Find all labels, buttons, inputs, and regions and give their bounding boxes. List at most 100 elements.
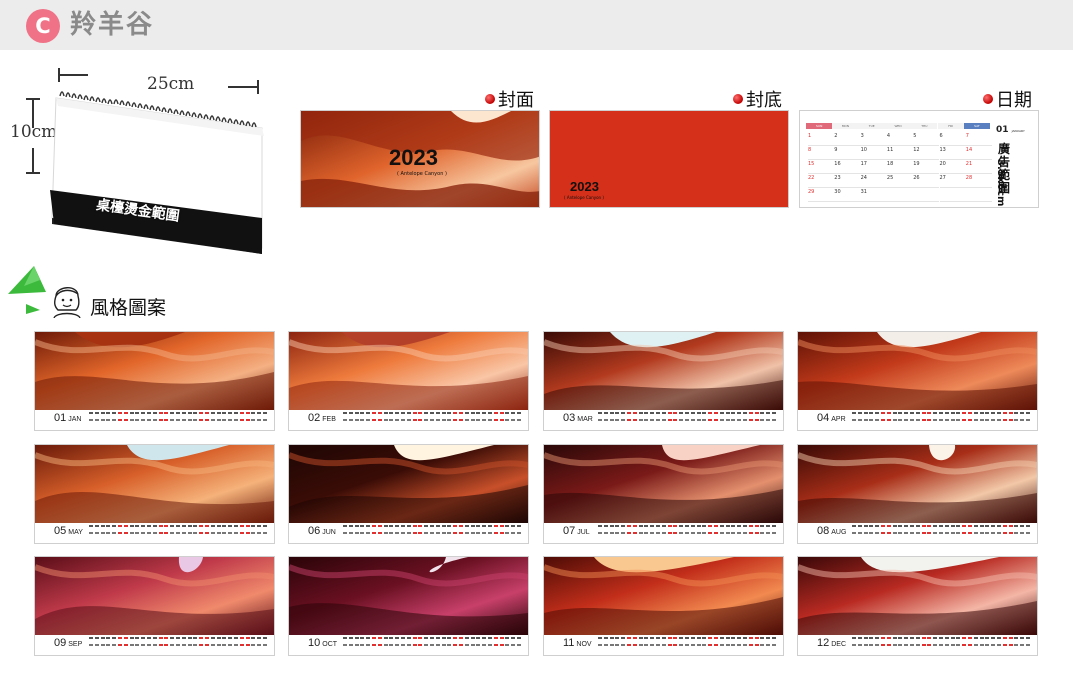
month-photo — [544, 445, 783, 523]
month-photo — [35, 557, 274, 635]
month-label: 08 AUG — [817, 525, 846, 537]
weekday-header: SUN — [806, 123, 833, 129]
month-photo — [798, 332, 1037, 410]
back-year: 2023 — [570, 179, 599, 194]
month-name: APR — [831, 416, 846, 423]
date-cell: 21 — [965, 161, 993, 174]
date-cell: 22 — [808, 175, 835, 188]
month-day-row — [343, 412, 523, 428]
date-cell: 23 — [834, 175, 861, 188]
month-label: 03 MAR — [563, 412, 593, 424]
month-day-row — [89, 525, 269, 541]
date-cell: 11 — [886, 147, 914, 160]
month-photo — [289, 557, 528, 635]
month-photo — [35, 445, 274, 523]
month-card[interactable]: 03 MAR — [543, 331, 784, 431]
month-label: 05 MAY — [54, 525, 83, 537]
date-cell: 10 — [860, 147, 887, 160]
back-label: 封底 — [733, 86, 782, 112]
month-card[interactable]: 09 SEP — [34, 556, 275, 656]
weekday-header: WED — [884, 123, 912, 129]
date-cell: 30 — [834, 189, 861, 202]
back-subtitle: ( Antelope Canyon ) — [564, 195, 604, 200]
month-card[interactable]: 04 APR — [797, 331, 1038, 431]
month-label: 01 JAN — [54, 412, 81, 424]
month-card[interactable]: 06 JUN — [288, 444, 529, 544]
month-number: 03 — [563, 412, 576, 424]
month-day-row — [852, 412, 1032, 428]
month-label: 10 OCT — [308, 637, 337, 649]
section-badge: C — [26, 9, 60, 43]
month-label: 04 APR — [817, 412, 846, 424]
month-card[interactable]: 11 NOV — [543, 556, 784, 656]
date-cell: 9 — [834, 147, 861, 160]
back-preview[interactable]: 2023 ( Antelope Canyon ) — [549, 110, 789, 208]
date-cell: 29 — [808, 189, 835, 202]
month-number: 07 — [563, 525, 576, 537]
weekday-header: MON — [832, 123, 859, 129]
cover-year: 2023 — [389, 145, 438, 170]
green-triangle-icon — [8, 266, 46, 314]
month-photo — [544, 332, 783, 410]
weekday-header: SAT — [963, 123, 991, 129]
date-cell — [939, 189, 966, 202]
header-bar: C 羚羊谷 — [0, 0, 1073, 50]
month-number: 10 — [308, 637, 321, 649]
month-number: 11 — [563, 637, 575, 649]
date-label: 日期 — [983, 86, 1032, 112]
month-number: 08 — [817, 525, 830, 537]
month-photo — [544, 557, 783, 635]
date-cell: 1 — [808, 133, 835, 146]
date-cell — [886, 189, 914, 202]
month-card[interactable]: 07 JUL — [543, 444, 784, 544]
month-name: JUL — [577, 529, 590, 536]
date-cell: 19 — [913, 161, 940, 174]
month-day-row — [343, 637, 523, 653]
date-preview[interactable]: SUN MON TUE WED THU FRI SAT 1 2 3 4 5 6 7 8 9 10 11 12 13 14… — [799, 110, 1039, 208]
date-cell: 16 — [834, 161, 861, 174]
month-name: DEC — [831, 641, 847, 648]
month-name: MAR — [577, 416, 593, 423]
month-card[interactable]: 02 FEB — [288, 331, 529, 431]
month-photo — [798, 445, 1037, 523]
date-cell: 12 — [913, 147, 940, 160]
month-label: 12 DEC — [817, 637, 846, 649]
date-cell: 26 — [913, 175, 940, 188]
month-name: JUN — [322, 529, 336, 536]
product-page: C 羚羊谷 25cm 10cm 桌檯燙金範圍 封面 2023 (Antelop… — [0, 0, 1073, 684]
date-month-number: 01 JANUARY — [996, 125, 1025, 135]
month-card[interactable]: 01 JAN — [34, 331, 275, 431]
month-name: JAN — [68, 416, 82, 423]
month-day-row — [89, 637, 269, 653]
month-card[interactable]: 05 MAY — [34, 444, 275, 544]
style-pattern-title: 風格圖案 — [90, 297, 167, 319]
desk-calendar-drawing — [50, 91, 264, 254]
date-grid: SUN MON TUE WED THU FRI SAT 1 2 3 4 5 6 7 8 9 10 11 12 13 14… — [806, 123, 993, 205]
cover-preview[interactable]: 2023 ( Antelope Canyon ) — [300, 110, 540, 208]
month-day-row — [852, 637, 1032, 653]
date-cell: 14 — [965, 147, 993, 160]
month-number: 06 — [308, 525, 321, 537]
month-name: SEP — [68, 641, 83, 648]
month-number: 04 — [817, 412, 830, 424]
month-label: 11 NOV — [563, 637, 592, 649]
date-cell: 31 — [860, 189, 887, 202]
month-name: OCT — [322, 641, 338, 648]
date-cell — [913, 189, 940, 202]
month-card[interactable]: 08 AUG — [797, 444, 1038, 544]
date-cell: 27 — [939, 175, 966, 188]
month-day-row — [852, 525, 1032, 541]
month-label: 09 SEP — [54, 637, 82, 649]
month-day-row — [343, 525, 523, 541]
date-cell: 8 — [808, 147, 835, 160]
month-day-row — [598, 412, 778, 428]
weekday-header: TUE — [858, 123, 885, 129]
date-cell: 2 — [834, 133, 861, 146]
back-label-text: 封底 — [746, 90, 782, 111]
month-photo — [289, 332, 528, 410]
month-card[interactable]: 10 OCT — [288, 556, 529, 656]
date-cell: 28 — [965, 175, 993, 188]
month-number: 05 — [54, 525, 67, 537]
weekday-header: THU — [911, 123, 938, 129]
month-card[interactable]: 12 DEC — [797, 556, 1038, 656]
